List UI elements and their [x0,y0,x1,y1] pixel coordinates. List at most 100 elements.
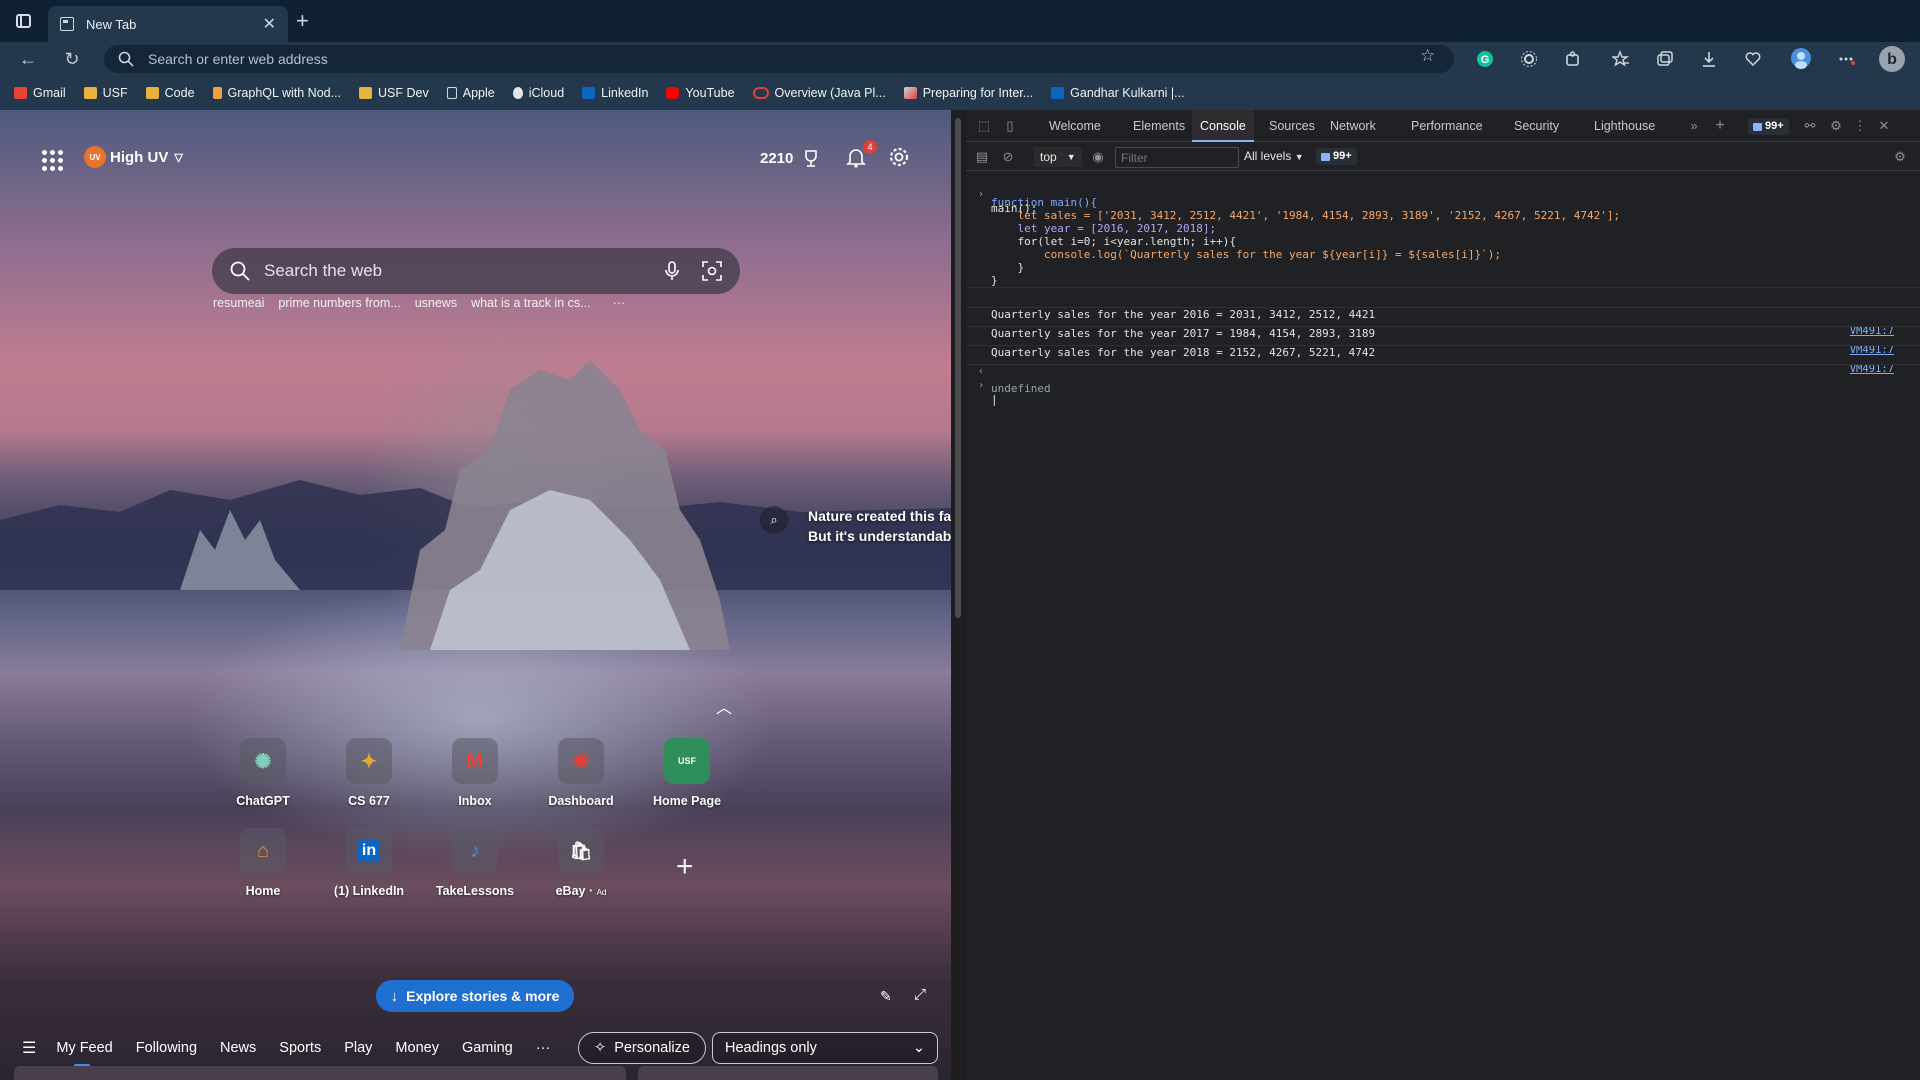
devtools-tab-elements[interactable]: Elements [1125,110,1193,142]
quick-link-ebay[interactable]: 🛍 eBay · Ad [531,828,631,898]
favorites-icon[interactable] [1610,50,1630,68]
grammarly-icon[interactable]: G [1476,50,1494,68]
devtools-tab-network[interactable]: Network [1322,110,1384,142]
explore-stories-button[interactable]: ↓ Explore stories & more [376,980,574,1012]
refresh-icon[interactable]: ↻ [60,48,84,70]
notifications-button[interactable]: 4 [845,140,877,168]
trending-search-item[interactable]: prime numbers from... [278,296,400,310]
devtools-settings-gear-icon[interactable]: ⚙ [1828,119,1844,133]
collections-icon[interactable] [1656,50,1674,68]
close-tab-icon[interactable]: ✕ [263,14,276,34]
console-prompt-input[interactable]: › | [966,367,1920,419]
quick-link-linkedin[interactable]: in (1) LinkedIn [319,828,419,898]
web-search-box[interactable]: Search the web [212,248,740,294]
bookmark-usf-dev[interactable]: USF Dev [359,86,429,100]
extensions-puzzle-icon[interactable] [1564,50,1582,68]
settings-more-icon[interactable] [1838,50,1856,68]
log-levels-dropdown[interactable]: All levels ▼ [1244,149,1304,163]
console-settings-gear-icon[interactable]: ⚙ [1892,150,1908,164]
add-quick-link-button[interactable]: + [676,850,694,884]
microphone-icon[interactable] [664,261,680,281]
page-scrollbar[interactable] [951,110,965,1080]
tab-new-tab[interactable]: New Tab ✕ [48,6,288,42]
devtools-tab-security[interactable]: Security [1506,110,1567,142]
bookmark-preparing[interactable]: Preparing for Inter... [903,86,1033,100]
downloads-icon[interactable] [1700,50,1718,68]
connect-icon[interactable]: ⚯ [1802,119,1818,133]
apps-launcher-icon[interactable] [42,150,63,171]
trending-search-item[interactable]: resumeai [213,296,264,310]
devtools-tab-sources[interactable]: Sources [1261,110,1323,142]
clear-console-icon[interactable]: ⊘ [1000,150,1016,164]
performance-heart-icon[interactable] [1744,50,1762,68]
page-settings-button[interactable] [888,146,910,168]
visual-search-icon[interactable] [702,261,722,281]
scrollbar-thumb[interactable] [955,118,961,618]
devtools-tab-welcome[interactable]: Welcome [1041,110,1109,142]
bookmark-usf[interactable]: USF [83,86,128,100]
tab-actions-icon[interactable] [10,8,36,34]
bookmark-graphql[interactable]: GraphQL with Nod... [212,86,341,100]
inspect-element-icon[interactable]: ⬚ [976,119,992,133]
devtools-tab-lighthouse[interactable]: Lighthouse [1586,110,1663,142]
quick-link-cs677[interactable]: ✦ CS 677 [319,738,419,808]
quick-link-inbox[interactable]: M Inbox [425,738,525,808]
feed-card[interactable] [638,1066,938,1080]
live-expression-eye-icon[interactable]: ◉ [1090,150,1106,164]
favorite-star-icon[interactable]: ☆ [1420,46,1435,66]
console-filter-input[interactable] [1115,147,1239,168]
sidebar-toggle-icon[interactable]: ▤ [974,150,990,164]
bookmark-youtube[interactable]: YouTube [666,86,735,100]
background-caption[interactable]: Nature created this fan But it's underst… [808,506,951,546]
edit-layout-icon[interactable]: ✎ [880,988,892,1005]
bookmark-icloud[interactable]: iCloud [512,86,564,100]
trending-search-item[interactable]: usnews [415,296,457,310]
back-arrow-icon[interactable]: ← [16,48,40,70]
feed-card[interactable] [14,1066,626,1080]
bookmark-java-overview[interactable]: Overview (Java Pl... [752,86,886,100]
feed-more-icon[interactable]: ··· [536,1040,551,1056]
rewards-widget[interactable]: 2210 [760,148,821,168]
copilot-icon[interactable]: b [1878,45,1906,73]
weather-widget[interactable]: UV High UV ▽ [84,146,183,168]
bookmark-code[interactable]: Code [145,86,195,100]
quick-link-dashboard[interactable]: ✹ Dashboard [531,738,631,808]
quick-link-chatgpt[interactable]: ✺ ChatGPT [213,738,313,808]
quick-link-takelessons[interactable]: ♪ TakeLessons [425,828,525,898]
context-selector[interactable]: top ▼ [1034,147,1082,167]
bookmark-linkedin[interactable]: LinkedIn [582,86,648,100]
quick-link-home[interactable]: ⌂ Home [213,828,313,898]
devtools-more-icon[interactable]: ⋮ [1852,119,1868,133]
image-info-search-icon[interactable]: ⌕ [760,506,788,534]
bookmark-gmail[interactable]: Gmail [14,86,66,100]
feed-tab-my-feed[interactable]: My Feed [56,1040,113,1067]
extension-gear-icon[interactable] [1520,50,1538,68]
address-bar[interactable]: Search or enter web address [104,45,1454,73]
issues-badge[interactable]: 99+ [1316,148,1357,165]
personalize-button[interactable]: ✧ Personalize [578,1032,706,1064]
bookmark-apple[interactable]: Apple [446,86,495,100]
more-tabs-chevron-icon[interactable]: » [1686,119,1702,133]
devtools-tab-console[interactable]: Console [1192,110,1254,142]
quick-link-home-page[interactable]: USF Home Page [637,738,737,808]
trending-search-item[interactable]: what is a track in cs... [471,296,590,310]
feed-tab-news[interactable]: News [220,1040,256,1056]
add-tool-plus-icon[interactable]: + [1712,118,1728,134]
devtools-tab-performance[interactable]: Performance [1403,110,1491,142]
feed-tab-gaming[interactable]: Gaming [462,1040,513,1056]
more-trending-icon[interactable]: ··· [613,296,626,310]
close-devtools-icon[interactable]: ✕ [1876,119,1892,133]
chevron-up-icon[interactable]: ︿ [716,694,732,718]
feed-layout-select[interactable]: Headings only ⌄ [712,1032,938,1064]
issues-badge[interactable]: 99+ [1748,118,1789,135]
device-toolbar-icon[interactable]: ▯ [1002,119,1018,133]
feed-tab-money[interactable]: Money [395,1040,439,1056]
new-tab-button[interactable]: + [296,10,309,32]
hamburger-menu-icon[interactable]: ☰ [22,1038,36,1058]
expand-icon[interactable]: ⤢ [914,986,926,1003]
bookmark-gandhar[interactable]: Gandhar Kulkarni |... [1051,86,1185,100]
feed-tab-play[interactable]: Play [344,1040,372,1056]
profile-avatar[interactable] [1790,47,1812,69]
feed-tab-following[interactable]: Following [136,1040,197,1056]
feed-tab-sports[interactable]: Sports [279,1040,321,1056]
